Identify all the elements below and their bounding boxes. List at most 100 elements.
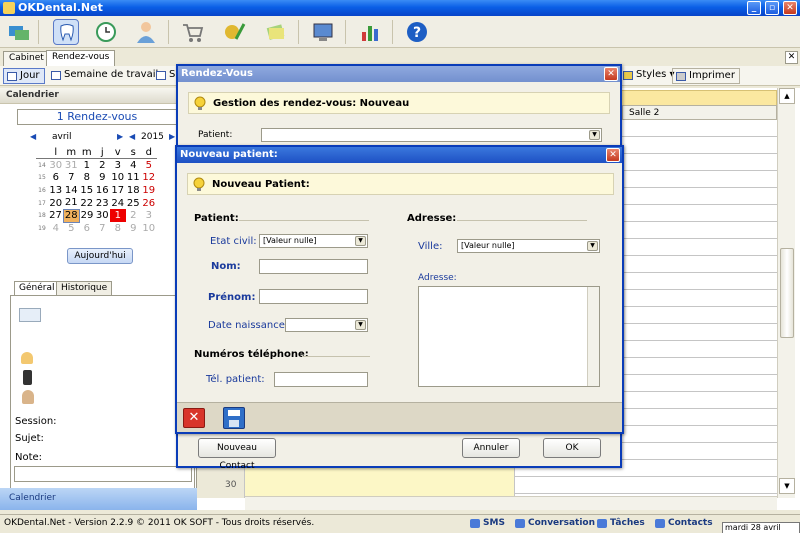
- calendar-day[interactable]: 10: [141, 222, 157, 235]
- calendar-day[interactable]: 19: [141, 184, 157, 197]
- next-year-icon[interactable]: ▶: [169, 132, 175, 141]
- calendar-day[interactable]: 9: [126, 222, 142, 235]
- nouveau-contact-button[interactable]: Nouveau Contact: [198, 438, 276, 471]
- patients-icon[interactable]: [6, 19, 32, 45]
- sms-button[interactable]: SMS: [470, 518, 505, 528]
- settings-computer-icon[interactable]: [310, 19, 336, 45]
- calendar-day-selected[interactable]: 1: [110, 209, 126, 223]
- calendar-day[interactable]: 6: [79, 222, 95, 235]
- doctor-icon[interactable]: [133, 19, 159, 45]
- rdv-close-icon[interactable]: ✕: [604, 67, 618, 81]
- calendar-day[interactable]: 9: [95, 171, 111, 184]
- prev-month-icon[interactable]: ◀: [30, 132, 36, 141]
- calendar-day[interactable]: 7: [95, 222, 111, 235]
- patient-close-icon[interactable]: ✕: [606, 148, 620, 162]
- calendar-day[interactable]: 26: [141, 197, 157, 210]
- scroll-down-icon[interactable]: ▼: [779, 478, 795, 494]
- close-button[interactable]: ✕: [783, 1, 797, 15]
- calendar-day[interactable]: 18: [126, 184, 142, 197]
- minimize-button[interactable]: _: [747, 1, 761, 15]
- calendar-day-today[interactable]: 28: [63, 208, 80, 223]
- ville-select[interactable]: [Valeur nulle] ▼: [457, 239, 600, 253]
- conversation-button[interactable]: Conversation: [515, 518, 595, 528]
- calendar-clock-icon[interactable]: [93, 19, 119, 45]
- horizontal-scrollbar[interactable]: [245, 496, 777, 510]
- view-semaine-button[interactable]: Semaine de travail: [48, 68, 162, 84]
- calendar-day[interactable]: 27: [48, 209, 64, 222]
- today-button[interactable]: Aujourd'hui: [67, 248, 133, 264]
- cart-icon[interactable]: [180, 19, 206, 45]
- calendar-day[interactable]: 16: [95, 184, 111, 197]
- tab-cabinet[interactable]: Cabinet: [3, 51, 50, 66]
- tooth-icon[interactable]: [53, 19, 79, 45]
- prev-year-icon[interactable]: ◀: [129, 132, 135, 141]
- maximize-button[interactable]: ▫: [765, 1, 779, 15]
- calendar-day[interactable]: 2: [95, 159, 111, 172]
- chevron-down-icon[interactable]: ▼: [587, 241, 598, 251]
- calendar-day[interactable]: 6: [48, 171, 64, 184]
- chevron-down-icon[interactable]: ▼: [355, 320, 366, 330]
- textarea-scrollbar[interactable]: [587, 287, 599, 386]
- calendar-day[interactable]: 1: [79, 159, 95, 172]
- calendar-footer-button[interactable]: Calendrier: [0, 488, 197, 510]
- calendar-day[interactable]: 14: [64, 184, 80, 197]
- calendar-day[interactable]: 23: [95, 197, 111, 210]
- ok-button[interactable]: OK: [543, 438, 601, 458]
- calendar-day[interactable]: 29: [79, 209, 95, 222]
- calendar-day[interactable]: 4: [48, 222, 64, 235]
- prenom-field[interactable]: [259, 289, 368, 304]
- calendar-day[interactable]: 13: [48, 184, 64, 197]
- tab-historique[interactable]: Historique: [56, 281, 113, 296]
- calendar-day[interactable]: 11: [126, 171, 142, 184]
- etat-civil-select[interactable]: [Valeur nulle] ▼: [259, 234, 368, 248]
- next-month-icon[interactable]: ▶: [117, 132, 123, 141]
- calendar-day[interactable]: 21: [64, 197, 80, 210]
- save-floppy-icon[interactable]: [223, 407, 245, 429]
- finance-icon[interactable]: [222, 19, 248, 45]
- calendar-day[interactable]: 3: [110, 159, 126, 172]
- chevron-down-icon[interactable]: ▼: [355, 236, 366, 246]
- cancel-x-icon[interactable]: ✕: [183, 408, 205, 428]
- scroll-up-icon[interactable]: ▲: [779, 88, 795, 104]
- calendar-day[interactable]: 31: [64, 159, 80, 172]
- chevron-down-icon[interactable]: ▼: [589, 130, 600, 140]
- calendar-day[interactable]: 8: [110, 222, 126, 235]
- calendar-day[interactable]: 12: [141, 171, 157, 184]
- tab-general[interactable]: Général: [14, 281, 60, 296]
- calendar-day[interactable]: 17: [110, 184, 126, 197]
- nom-field[interactable]: [259, 259, 368, 274]
- calendar-day[interactable]: 5: [141, 159, 157, 172]
- note-field[interactable]: [14, 466, 192, 482]
- close-tab-icon[interactable]: ✕: [785, 51, 798, 64]
- calendar-day[interactable]: 10: [110, 171, 126, 184]
- scroll-thumb[interactable]: [780, 248, 794, 338]
- annuler-button[interactable]: Annuler: [462, 438, 520, 458]
- calendar-day[interactable]: 25: [126, 197, 142, 210]
- calendar-day[interactable]: 15: [79, 184, 95, 197]
- calendar-day[interactable]: 5: [64, 222, 80, 235]
- calendar-day[interactable]: 22: [79, 197, 95, 210]
- calendar-day[interactable]: 2: [126, 209, 142, 222]
- vertical-scrollbar[interactable]: ▲ ▼: [777, 88, 795, 498]
- styles-button[interactable]: Styles ▾: [620, 68, 679, 84]
- calendar-day[interactable]: 3: [141, 209, 157, 222]
- calendar-day[interactable]: 7: [64, 171, 80, 184]
- contacts-button[interactable]: Contacts: [655, 518, 713, 528]
- calendar-day[interactable]: 4: [126, 159, 142, 172]
- calendar-day[interactable]: 24: [110, 197, 126, 210]
- calendar-day[interactable]: 30: [48, 159, 64, 172]
- help-icon[interactable]: ?: [404, 19, 430, 45]
- calendar-day[interactable]: 20: [48, 197, 64, 210]
- calendar-day[interactable]: 8: [79, 171, 95, 184]
- imprimer-button[interactable]: Imprimer: [672, 68, 740, 84]
- tel-field[interactable]: [274, 372, 368, 387]
- adresse-textarea[interactable]: [418, 286, 600, 387]
- calendar-day[interactable]: 30: [95, 209, 111, 222]
- rdv-patient-select[interactable]: ▼: [261, 128, 602, 142]
- date-naissance-picker[interactable]: ▼: [285, 318, 368, 332]
- documents-icon[interactable]: [263, 19, 289, 45]
- statistics-icon[interactable]: [357, 19, 383, 45]
- tab-rendez-vous[interactable]: Rendez-vous: [46, 50, 116, 66]
- taches-button[interactable]: Tâches: [597, 518, 645, 528]
- view-jour-button[interactable]: Jour: [3, 68, 45, 84]
